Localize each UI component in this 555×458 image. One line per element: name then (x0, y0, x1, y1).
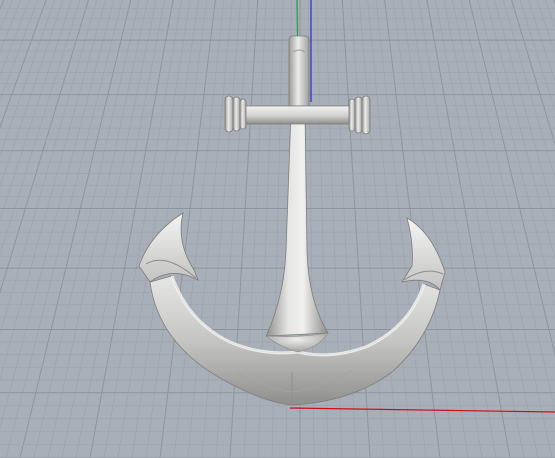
x-axis-line (289, 407, 555, 413)
viewport-canvas[interactable] (0, 0, 555, 458)
anchor-fluke-left[interactable] (138, 212, 199, 283)
anchor-ring[interactable] (288, 35, 310, 107)
anchor-shank[interactable] (265, 111, 329, 337)
3d-viewport[interactable] (0, 0, 555, 458)
